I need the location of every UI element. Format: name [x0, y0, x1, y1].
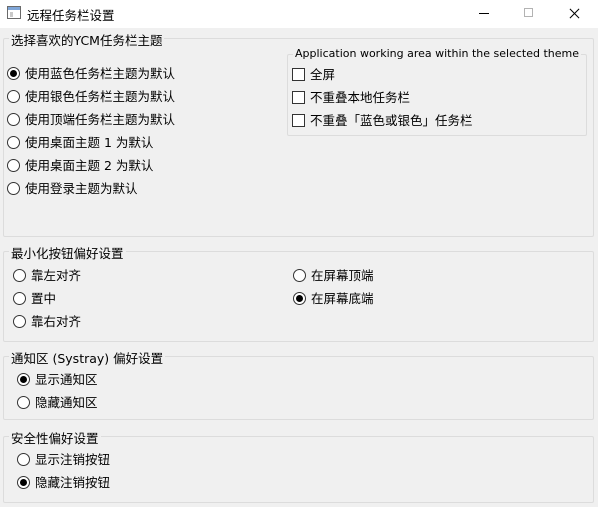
radio-label: 在屏幕顶端: [311, 268, 374, 283]
theme-option-label: 使用桌面主题 1 为默认: [25, 135, 154, 150]
theme-option-label: 使用顶端任务栏主题为默认: [25, 112, 176, 127]
radio-show-systray[interactable]: [17, 373, 30, 386]
app-window-icon: [7, 6, 21, 19]
radio-show-logoff[interactable]: [17, 453, 30, 466]
theme-option-label: 使用蓝色任务栏主题为默认: [25, 66, 176, 81]
radio-label: 隐藏注销按钮: [35, 475, 111, 490]
radio-label: 显示注销按钮: [35, 452, 111, 467]
radio-hide-logoff[interactable]: [17, 476, 30, 489]
theme-option-label: 使用桌面主题 2 为默认: [25, 158, 154, 173]
radio-align-left[interactable]: [13, 269, 26, 282]
radio-label: 显示通知区: [35, 372, 98, 387]
window-title: 远程任务栏设置: [27, 8, 115, 23]
minimize-group-legend: 最小化按钮偏好设置: [9, 243, 126, 262]
radio-label: 靠左对齐: [31, 268, 82, 283]
radio-label: 置中: [31, 291, 57, 306]
title-bar: 远程任务栏设置: [0, 0, 598, 28]
radio-label: 隐藏通知区: [35, 395, 98, 410]
checkbox-label: 不重叠「蓝色或银色」任务栏: [310, 113, 473, 128]
security-group-legend: 安全性偏好设置: [9, 428, 101, 447]
radio-top-theme[interactable]: [7, 113, 20, 126]
radio-align-center[interactable]: [13, 292, 26, 305]
working-area-legend: Application working area within the sele…: [293, 47, 581, 60]
radio-label: 在屏幕底端: [311, 291, 374, 306]
minimize-button[interactable]: [461, 0, 507, 28]
radio-align-right[interactable]: [13, 315, 26, 328]
no-overlap-theme-checkbox[interactable]: [292, 114, 305, 127]
checkbox-label: 不重叠本地任务栏: [310, 90, 411, 105]
radio-desktop-1-theme[interactable]: [7, 136, 20, 149]
maximize-button[interactable]: [506, 0, 552, 28]
radio-desktop-2-theme[interactable]: [7, 159, 20, 172]
radio-login-theme[interactable]: [7, 182, 20, 195]
no-overlap-local-checkbox[interactable]: [292, 91, 305, 104]
theme-option-label: 使用登录主题为默认: [25, 181, 138, 196]
theme-group-legend: 选择喜欢的YCM任务栏主题: [9, 30, 165, 49]
radio-blue-theme[interactable]: [7, 67, 20, 80]
radio-label: 靠右对齐: [31, 314, 82, 329]
radio-hide-systray[interactable]: [17, 396, 30, 409]
checkbox-label: 全屏: [310, 67, 336, 82]
radio-screen-bottom[interactable]: [293, 292, 306, 305]
theme-option-label: 使用银色任务栏主题为默认: [25, 89, 176, 104]
systray-group-legend: 通知区 (Systray) 偏好设置: [9, 348, 166, 367]
close-button[interactable]: [552, 0, 598, 28]
fullscreen-checkbox[interactable]: [292, 68, 305, 81]
radio-screen-top[interactable]: [293, 269, 306, 282]
radio-silver-theme[interactable]: [7, 90, 20, 103]
